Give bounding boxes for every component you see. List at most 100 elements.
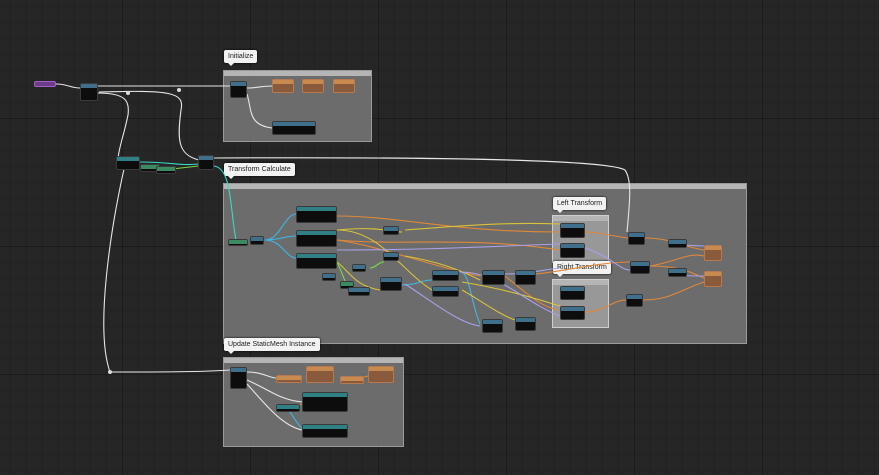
compose-transform-node[interactable] <box>482 270 505 285</box>
node-header <box>353 265 365 269</box>
output-transform-node[interactable] <box>704 245 722 261</box>
exec-wire <box>246 371 277 379</box>
node-header <box>705 272 721 276</box>
break-transform-node[interactable] <box>296 230 337 247</box>
exec-wire <box>246 85 273 89</box>
struct-wire <box>213 165 237 241</box>
node-header <box>231 82 246 86</box>
node-header <box>334 80 354 84</box>
init-transform-node[interactable] <box>333 79 355 93</box>
node-header <box>561 307 584 311</box>
node-header <box>81 84 97 88</box>
set-transform-node[interactable] <box>628 232 645 245</box>
transform-wire <box>649 254 705 267</box>
node-header <box>341 282 353 286</box>
math-node[interactable] <box>432 270 459 281</box>
update-function-node[interactable] <box>230 367 247 389</box>
sequence-node[interactable] <box>80 83 98 101</box>
transform-wire <box>584 299 627 313</box>
right-transform-node[interactable] <box>560 306 585 320</box>
object-wire <box>399 279 433 286</box>
break-transform-node[interactable] <box>296 206 337 223</box>
transform-wire <box>642 281 705 301</box>
reroute-node[interactable] <box>177 88 181 92</box>
math-node[interactable] <box>383 252 399 261</box>
node-header <box>433 271 458 275</box>
output-transform-node[interactable] <box>704 271 722 287</box>
exec-wire <box>246 379 303 403</box>
node-header <box>303 393 347 397</box>
node-header <box>381 278 401 282</box>
exec-wire <box>213 157 631 233</box>
get-variable-node[interactable] <box>228 239 248 246</box>
wire-layer <box>55 83 705 431</box>
node-header <box>384 253 398 257</box>
math-node[interactable] <box>432 286 459 297</box>
object-wire <box>264 239 297 259</box>
math-node[interactable] <box>668 239 687 248</box>
reroute-node[interactable] <box>108 370 112 374</box>
vector-wire <box>461 281 561 307</box>
node-header <box>705 246 721 250</box>
event-begin-play-node[interactable] <box>34 81 56 87</box>
init-function-node[interactable] <box>230 81 247 98</box>
left-transform-node[interactable] <box>560 243 585 258</box>
math-node[interactable] <box>380 277 402 291</box>
init-transform-node[interactable] <box>272 79 294 93</box>
node-header <box>483 320 502 324</box>
node-header <box>307 367 333 371</box>
node-header <box>117 157 139 161</box>
set-variable-node[interactable] <box>198 155 214 170</box>
set-transform-node[interactable] <box>626 294 643 307</box>
update-instance-transform-node[interactable] <box>302 424 348 438</box>
node-header <box>483 271 504 275</box>
update-transform-node[interactable] <box>306 366 334 383</box>
get-instance-node[interactable] <box>276 404 300 412</box>
make-struct-node[interactable] <box>156 166 176 174</box>
node-header <box>231 368 246 372</box>
add-instance-node[interactable] <box>272 121 316 135</box>
object-wire <box>264 235 297 241</box>
math-node[interactable] <box>352 264 366 272</box>
node-header <box>561 287 584 291</box>
blueprint-graph-canvas[interactable]: Initialize Transform Calculate Left Tran… <box>0 0 879 475</box>
compose-transform-node[interactable] <box>482 319 503 333</box>
branch-node[interactable] <box>250 236 264 245</box>
node-header <box>251 237 263 241</box>
reroute-node[interactable] <box>126 91 130 95</box>
node-header <box>516 318 535 322</box>
right-transform-node[interactable] <box>560 286 585 300</box>
node-header <box>323 274 335 278</box>
exec-wire <box>103 159 231 373</box>
math-node[interactable] <box>668 268 687 277</box>
node-header <box>199 156 213 160</box>
get-component-node[interactable] <box>116 156 140 170</box>
compose-transform-node[interactable] <box>515 317 536 331</box>
break-transform-node[interactable] <box>296 253 337 269</box>
math-node[interactable] <box>322 273 336 281</box>
transform-wire <box>584 231 629 239</box>
node-header <box>669 240 686 244</box>
node-header <box>516 271 535 275</box>
node-header <box>277 376 301 380</box>
node-header <box>303 80 323 84</box>
node-header <box>369 367 393 371</box>
update-transform-node[interactable] <box>368 366 394 383</box>
math-node[interactable] <box>348 287 370 296</box>
init-transform-node[interactable] <box>302 79 324 93</box>
math-node[interactable] <box>383 226 399 235</box>
left-transform-node[interactable] <box>560 223 585 238</box>
set-transform-node[interactable] <box>630 261 650 274</box>
exec-wire <box>246 93 273 129</box>
update-transform-node[interactable] <box>276 375 302 383</box>
node-header <box>277 405 299 409</box>
update-transform-node[interactable] <box>340 376 364 384</box>
compose-transform-node[interactable] <box>515 270 536 285</box>
node-header <box>669 269 686 273</box>
vector-wire <box>461 289 516 321</box>
node-header <box>303 425 347 429</box>
node-header <box>157 167 175 171</box>
node-header <box>273 80 293 84</box>
node-header <box>349 288 369 292</box>
update-instance-transform-node[interactable] <box>302 392 348 412</box>
